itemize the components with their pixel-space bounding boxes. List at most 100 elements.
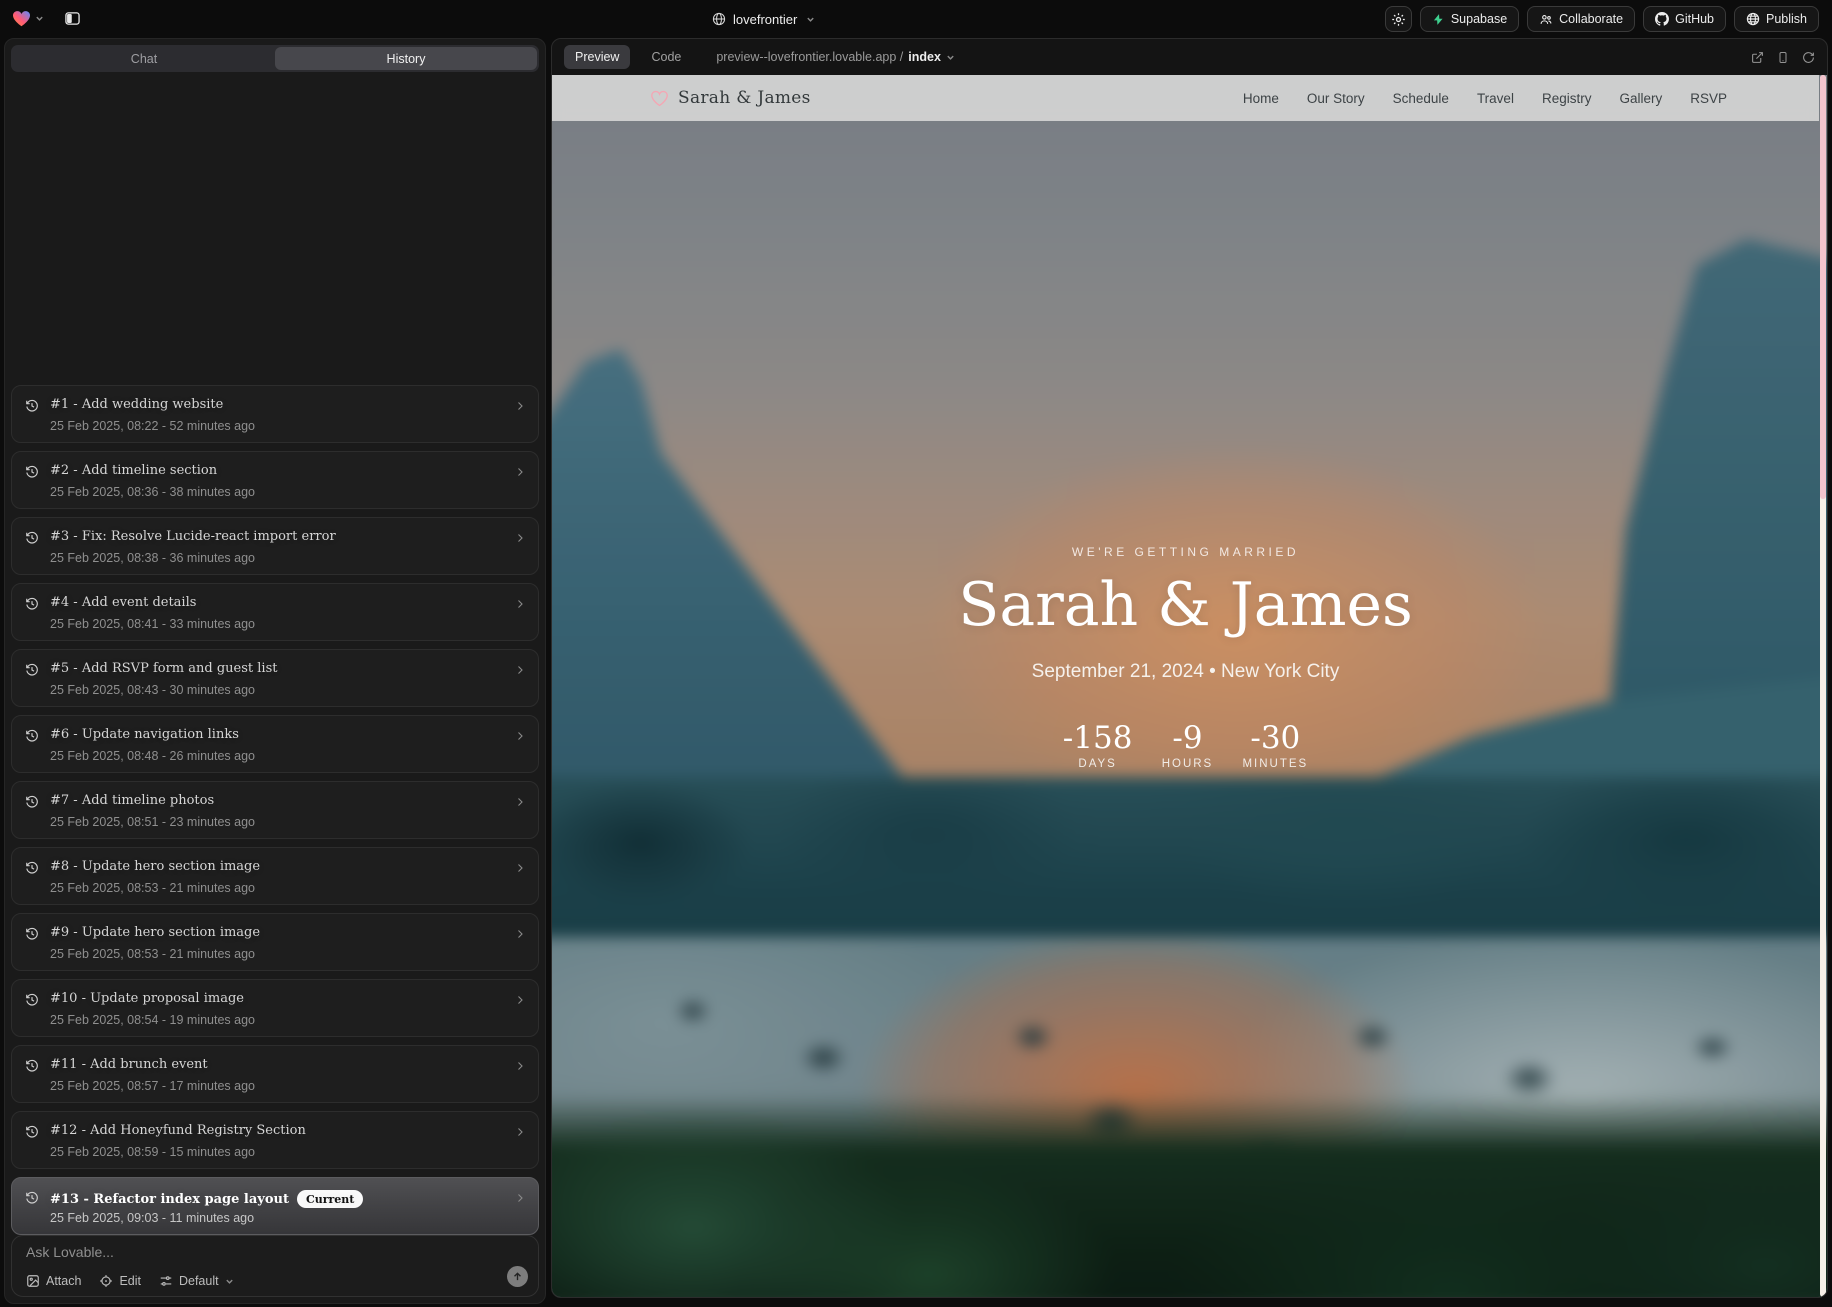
history-icon (25, 531, 39, 545)
history-item-title: #9 - Update hero section image (50, 926, 260, 939)
history-icon (25, 993, 39, 1007)
chevron-right-icon (514, 862, 526, 874)
mobile-view-icon[interactable] (1777, 51, 1789, 64)
default-mode-button[interactable]: Default (159, 1274, 234, 1288)
site-nav: Home Our Story Schedule Travel Registry … (1243, 91, 1727, 106)
history-item[interactable]: #11 - Add brunch event Current 25 Feb 20… (11, 1045, 539, 1103)
sidebar-toggle-button[interactable] (60, 6, 85, 31)
history-icon (25, 399, 39, 413)
chevron-right-icon (514, 1192, 526, 1204)
history-item-title: #5 - Add RSVP form and guest list (50, 662, 277, 675)
open-external-icon[interactable] (1751, 51, 1764, 64)
history-item-timestamp: 25 Feb 2025, 08:53 - 21 minutes ago (50, 881, 255, 895)
site-nav-link[interactable]: Our Story (1307, 91, 1365, 106)
hero-section: WE'RE GETTING MARRIED Sarah & James Sept… (552, 545, 1819, 770)
site-header: Sarah & James Home Our Story Schedule Tr… (552, 75, 1819, 121)
github-button[interactable]: GitHub (1643, 6, 1726, 32)
attach-button[interactable]: Attach (26, 1274, 81, 1288)
site-nav-link[interactable]: Home (1243, 91, 1279, 106)
site-nav-link[interactable]: Registry (1542, 91, 1592, 106)
site-logo[interactable]: Sarah & James (650, 88, 811, 108)
history-item[interactable]: #7 - Add timeline photos Current 25 Feb … (11, 781, 539, 839)
refresh-icon[interactable] (1802, 51, 1815, 64)
history-item-title: #1 - Add wedding website (50, 398, 223, 411)
site-nav-link[interactable]: RSVP (1690, 91, 1727, 106)
chevron-right-icon (514, 598, 526, 610)
countdown-value: -30 (1242, 721, 1308, 755)
history-item-title: #8 - Update hero section image (50, 860, 260, 873)
history-item[interactable]: #2 - Add timeline section Current 25 Feb… (11, 451, 539, 509)
collaborate-button[interactable]: Collaborate (1527, 6, 1635, 32)
tab-preview[interactable]: Preview (564, 45, 630, 69)
publish-button[interactable]: Publish (1734, 6, 1819, 32)
countdown-value: -9 (1158, 721, 1216, 755)
history-item-title: #4 - Add event details (50, 596, 196, 609)
attach-label: Attach (46, 1274, 81, 1288)
site-scrollbar[interactable] (1820, 75, 1826, 1297)
site-nav-link[interactable]: Gallery (1619, 91, 1662, 106)
chevron-right-icon (514, 1060, 526, 1072)
preview-url-domain: preview--lovefrontier.lovable.app / (716, 50, 903, 64)
edit-select-icon (99, 1274, 113, 1288)
history-icon (25, 1125, 39, 1139)
history-item[interactable]: #6 - Update navigation links Current 25 … (11, 715, 539, 773)
history-item[interactable]: #12 - Add Honeyfund Registry Section Cur… (11, 1111, 539, 1169)
history-icon (25, 1191, 39, 1205)
history-item-timestamp: 25 Feb 2025, 08:41 - 33 minutes ago (50, 617, 255, 631)
edit-button[interactable]: Edit (99, 1274, 141, 1288)
publish-globe-icon (1746, 12, 1760, 26)
site-nav-link[interactable]: Travel (1477, 91, 1514, 106)
chevron-right-icon (514, 730, 526, 742)
history-icon (25, 927, 39, 941)
chevron-right-icon (514, 664, 526, 676)
sidebar-panel: Chat History #1 - Add wedding website Cu… (4, 38, 546, 1304)
history-item[interactable]: #1 - Add wedding website Current 25 Feb … (11, 385, 539, 443)
history-item[interactable]: #4 - Add event details Current 25 Feb 20… (11, 583, 539, 641)
supabase-button[interactable]: Supabase (1420, 6, 1519, 32)
preview-url[interactable]: preview--lovefrontier.lovable.app / inde… (716, 50, 955, 64)
history-item[interactable]: #3 - Fix: Resolve Lucide-react import er… (11, 517, 539, 575)
preview-panel: Preview Code preview--lovefrontier.lovab… (551, 38, 1828, 1298)
history-item[interactable]: #8 - Update hero section image Current 2… (11, 847, 539, 905)
history-item-timestamp: 25 Feb 2025, 08:22 - 52 minutes ago (50, 419, 255, 433)
hero-date: September 21, 2024 • New York City (552, 661, 1819, 683)
send-button[interactable] (507, 1266, 528, 1287)
site-preview: Sarah & James Home Our Story Schedule Tr… (552, 75, 1827, 1297)
tab-code[interactable]: Code (640, 45, 692, 69)
tab-history[interactable]: History (275, 47, 537, 70)
history-item-timestamp: 25 Feb 2025, 08:48 - 26 minutes ago (50, 749, 255, 763)
history-icon (25, 861, 39, 875)
chevron-right-icon (514, 994, 526, 1006)
arrow-up-icon (512, 1271, 523, 1282)
history-item[interactable]: #13 - Refactor index page layout Current… (11, 1177, 539, 1235)
history-item-title: #12 - Add Honeyfund Registry Section (50, 1124, 306, 1137)
settings-button[interactable] (1385, 6, 1412, 32)
chevron-right-icon (514, 532, 526, 544)
chevron-right-icon (514, 796, 526, 808)
history-item-title: #11 - Add brunch event (50, 1058, 208, 1071)
lovable-heart-logo-icon (12, 10, 31, 27)
history-item-title: #13 - Refactor index page layout (50, 1193, 289, 1206)
site-nav-link[interactable]: Schedule (1393, 91, 1449, 106)
sidebar-tabbar: Chat History (11, 45, 539, 72)
publish-label: Publish (1766, 12, 1807, 26)
history-icon (25, 663, 39, 677)
tab-chat[interactable]: Chat (13, 47, 275, 70)
attach-image-icon (26, 1274, 40, 1288)
chevron-right-icon (514, 1126, 526, 1138)
history-item-title: #10 - Update proposal image (50, 992, 244, 1005)
history-icon (25, 465, 39, 479)
chevron-right-icon (514, 400, 526, 412)
lovable-logo-menu[interactable] (12, 10, 44, 27)
history-item[interactable]: #5 - Add RSVP form and guest list Curren… (11, 649, 539, 707)
gear-icon (1391, 12, 1406, 27)
history-item-title: #7 - Add timeline photos (50, 794, 214, 807)
project-selector[interactable]: lovefrontier (712, 7, 815, 31)
current-badge: Current (297, 1190, 363, 1208)
countdown-unit: -9 HOURS (1158, 721, 1216, 770)
history-item[interactable]: #9 - Update hero section image Current 2… (11, 913, 539, 971)
composer: Attach Edit Default (11, 1235, 539, 1297)
history-item[interactable]: #10 - Update proposal image Current 25 F… (11, 979, 539, 1037)
ask-lovable-input[interactable] (26, 1244, 524, 1266)
site-scrollbar-thumb[interactable] (1820, 75, 1826, 499)
